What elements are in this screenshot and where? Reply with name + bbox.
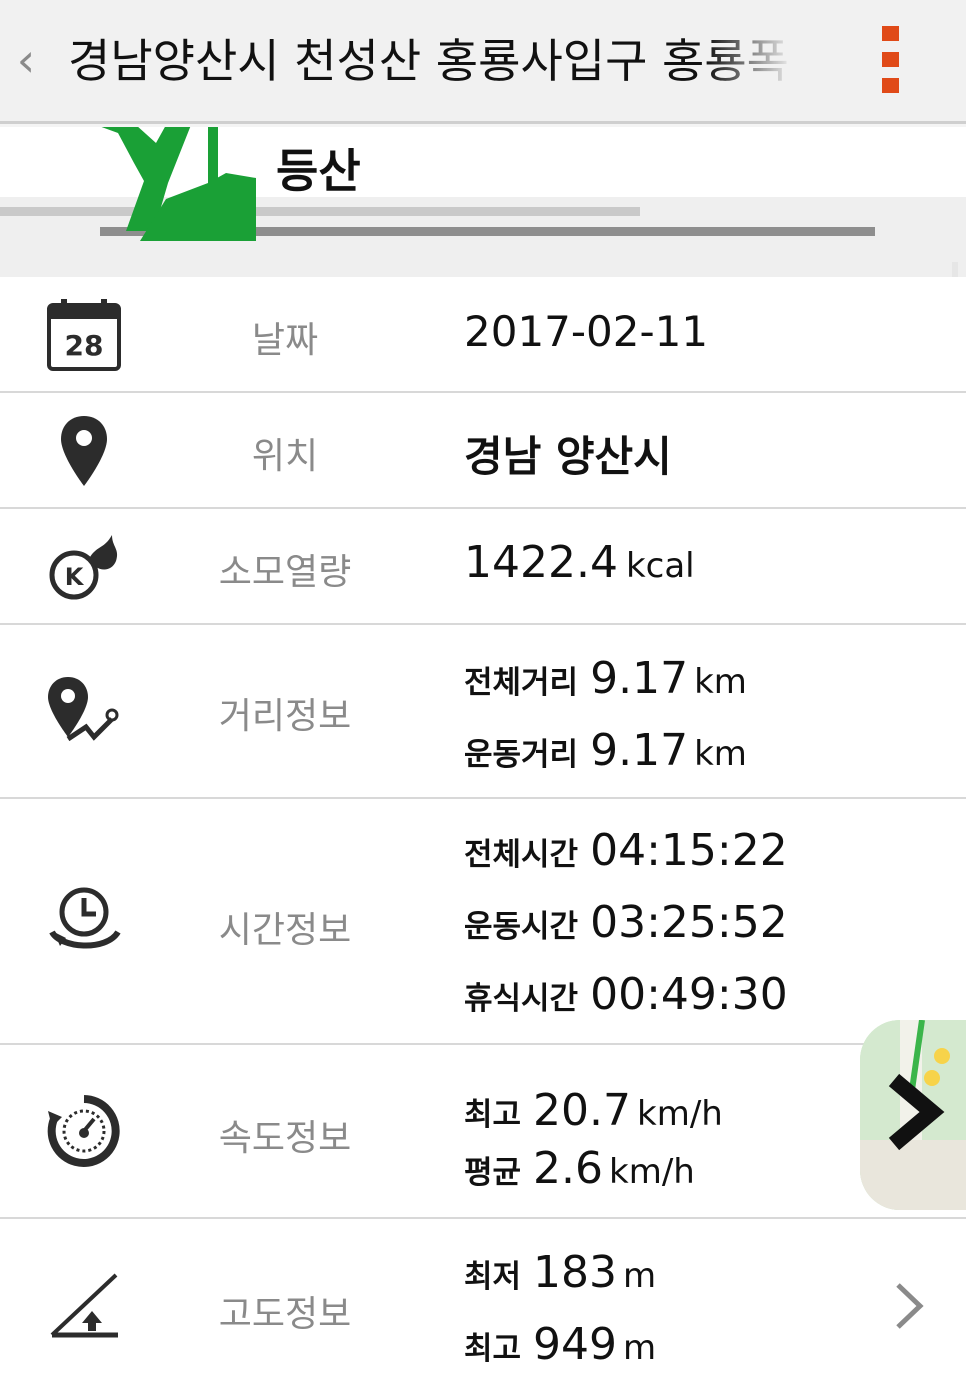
date-value: 2017-02-11 (464, 307, 709, 356)
calories-label: 소모열량 (218, 552, 352, 593)
location-pin-icon (44, 411, 124, 491)
more-vertical-icon[interactable] (866, 20, 916, 100)
altitude-icon (44, 1269, 124, 1349)
date-label: 날짜 (251, 320, 319, 361)
row-location: 위치 경남 양산시 (0, 393, 966, 509)
exercise-distance: 운동거리 9.17 km (464, 725, 747, 776)
activity-banner: 등산 (0, 127, 966, 277)
total-distance: 전체거리 9.17 km (464, 653, 747, 704)
exercise-time: 운동시간 03:25:52 (464, 897, 788, 948)
calories-value: 1422.4 kcal (464, 537, 695, 588)
time-label: 시간정보 (218, 910, 352, 951)
row-calories: K 소모열량 1422.4 kcal (0, 509, 966, 625)
clock-cycle-icon (44, 881, 124, 961)
location-value: 경남 양산시 (464, 432, 672, 481)
max-altitude: 최고 949 m (464, 1319, 657, 1370)
back-icon[interactable]: ‹ (6, 30, 46, 90)
page-title: 경남양산시 천성산 홍룡사입구 홍룡폭 (68, 34, 789, 88)
calories-number: 1422.4 (464, 537, 618, 588)
calories-unit: kcal (625, 546, 695, 586)
rest-time: 휴식시간 00:49:30 (464, 969, 788, 1020)
svg-text:K: K (65, 563, 85, 591)
location-label: 위치 (251, 436, 319, 477)
row-altitude[interactable]: 고도정보 최저 183 m 최고 949 m (0, 1219, 966, 1385)
row-time: 시간정보 전체시간 04:15:22 운동시간 03:25:52 휴식시간 00:49… (0, 799, 966, 1045)
altitude-label: 고도정보 (218, 1294, 352, 1335)
app-header: ‹ 경남양산시 천성산 홍룡사입구 홍룡폭 (0, 0, 966, 124)
calendar-icon: 28 (44, 295, 124, 375)
row-distance: 거리정보 전체거리 9.17 km 운동거리 9.17 km (0, 625, 966, 799)
total-time: 전체시간 04:15:22 (464, 825, 788, 876)
max-speed: 최고 20.7 km/h (464, 1085, 723, 1136)
distance-label: 거리정보 (218, 696, 352, 737)
row-date: 28 날짜 2017-02-11 (0, 277, 966, 393)
activity-type: 등산 (276, 144, 361, 198)
record-details: 28 날짜 2017-02-11 위치 경남 양산시 K 소모열량 1422.4… (0, 277, 966, 1385)
hiking-icon (101, 127, 256, 241)
avg-speed: 평균 2.6 km/h (464, 1143, 695, 1194)
speed-label: 속도정보 (218, 1118, 352, 1159)
svg-text:28: 28 (65, 329, 104, 362)
speedometer-icon (44, 1091, 124, 1171)
map-thumbnail[interactable] (860, 1020, 966, 1210)
row-speed: 속도정보 최고 20.7 km/h 평균 2.6 km/h (0, 1045, 966, 1219)
route-pin-icon (44, 673, 124, 753)
chevron-right-icon[interactable] (892, 1281, 926, 1331)
calorie-fire-icon: K (44, 525, 124, 605)
min-altitude: 최저 183 m (464, 1247, 657, 1298)
